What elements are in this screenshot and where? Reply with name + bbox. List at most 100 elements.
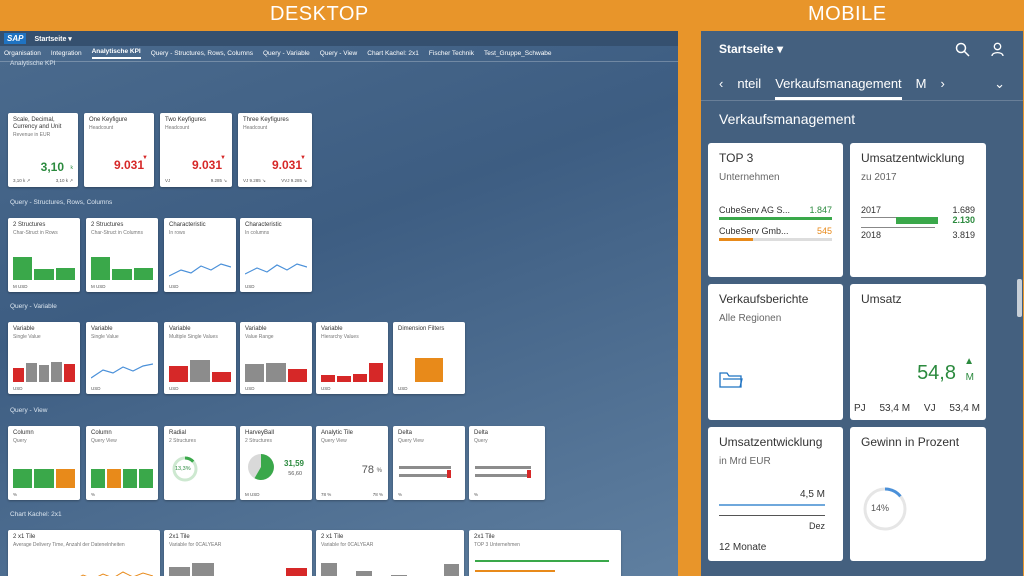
kpi-tile[interactable]: Three Keyfigures Headcount 9.031 ▼ VJ 9.… (238, 113, 312, 187)
tab-scroll-left-icon[interactable]: ‹ (719, 76, 723, 91)
bar-chart (13, 256, 75, 280)
row-label: 2017 (861, 205, 882, 215)
bar-chart (321, 358, 383, 382)
shell-title[interactable]: Startseite ▾ (34, 35, 71, 43)
tile-title: Analytic Tile (321, 430, 354, 436)
trend-value: 4,5 M (799, 489, 825, 500)
view-tile[interactable]: Column Query View % (86, 426, 158, 500)
tab-query-variable[interactable]: Query - Variable (263, 50, 310, 57)
series-line (169, 263, 231, 277)
bar (266, 362, 286, 382)
view-tile[interactable]: Analytic Tile Query View 78 % 78 % 78 % (316, 426, 388, 500)
bar-chart (245, 358, 307, 382)
axis-label: Dez (808, 521, 825, 531)
tab-test-gruppe[interactable]: Test_Gruppe_Schwabe (484, 50, 552, 57)
verkaufsberichte-tile[interactable]: Verkaufsberichte Alle Regionen (708, 284, 843, 420)
tile-title: 2x1 Tile (474, 534, 495, 540)
tab-scroll-right-icon[interactable]: › (941, 76, 945, 91)
screenshot-canvas: DESKTOP MOBILE SAP Startseite ▾ Organisa… (0, 0, 1024, 576)
tile-subtitle: Query View (321, 438, 347, 445)
scrollbar[interactable] (1017, 279, 1022, 317)
harvey-ball-chart (248, 454, 274, 480)
umsatzentwicklung-tile[interactable]: Umsatzentwicklung zu 2017 2017 1.689 2.13… (850, 143, 986, 277)
tile-title: One Keyfigure (89, 117, 128, 123)
tile-title: Delta (474, 430, 489, 436)
bar-chart (13, 464, 75, 488)
view-tile[interactable]: Delta Query % (469, 426, 545, 500)
mobile-shell-title[interactable]: Startseite ▾ (719, 42, 783, 56)
comparison-bar (861, 227, 935, 228)
comparison-bars: 2.130 (861, 215, 975, 226)
section-title-variable: Query - Variable (10, 303, 57, 310)
tab-anteil[interactable]: nteil (737, 76, 761, 91)
tile-subtitle: Headcount (89, 125, 114, 132)
tab-query-view[interactable]: Query - View (320, 50, 357, 57)
structure-tile[interactable]: 2 Structures Char-Struct in Rows M USD (8, 218, 80, 292)
tile-subtitle: Hierarchy Values (321, 334, 359, 341)
sap-logo[interactable]: SAP (4, 33, 27, 44)
variable-tile[interactable]: Dimension Filters USD (393, 322, 465, 394)
tab-fischer-technik[interactable]: Fischer Technik (429, 50, 474, 57)
structure-tile[interactable]: 2 Structures Char-Struct in Columns M US… (86, 218, 158, 292)
harvey-value: 31,59 (283, 459, 304, 468)
structure-tile[interactable]: Characteristic In rows USD (164, 218, 236, 292)
chart-tile-2x1[interactable]: 2x1 Tile TOP 3 Unternehmen (469, 530, 621, 576)
line-chart (80, 571, 153, 576)
kpi-tile[interactable]: One Keyfigure Headcount 9.031 ▼ (84, 113, 154, 187)
bar (245, 364, 265, 382)
delta-bar (475, 474, 527, 477)
bar (356, 571, 372, 576)
desktop-content[interactable]: Analytische KPI Scale, Decimal, Currency… (0, 60, 678, 576)
analytic-value: 78 (361, 464, 374, 476)
gewinn-tile[interactable]: Gewinn in Prozent 14% (850, 427, 986, 561)
tile-title: Umsatz (861, 292, 902, 306)
variable-tile[interactable]: Variable Multiple Single Values USD (164, 322, 236, 394)
bar (55, 468, 75, 488)
umsatz-footer: PJ 53,4 M VJ 53,4 M (854, 403, 980, 414)
bar (169, 366, 189, 382)
delta-bar (447, 470, 451, 478)
umsatz-trend-tile[interactable]: Umsatzentwicklung in Mrd EUR 4,5 M Dez 1… (708, 427, 843, 561)
chart-tile-2x1[interactable]: 2 x1 Tile Variable for 0CALYEAR (316, 530, 464, 576)
structure-tile[interactable]: Characteristic In columns USD (240, 218, 312, 292)
view-tile[interactable]: Delta Query View % (393, 426, 465, 500)
tab-next[interactable]: M (916, 76, 927, 91)
kpi-tile[interactable]: Two Keyfigures Headcount 9.031 ▼ VJ 9.285… (160, 113, 232, 187)
variable-tile[interactable]: Variable Single Value USD (86, 322, 158, 394)
user-icon[interactable] (990, 42, 1005, 57)
view-tile[interactable]: Column Query % (8, 426, 80, 500)
bar (13, 257, 33, 280)
radial-value: 13,3% (175, 466, 191, 472)
variable-tile[interactable]: Variable Single Value USD (8, 322, 80, 394)
variable-tile[interactable]: Variable Hierarchy Values USD (316, 322, 388, 394)
tab-analytische-kpi[interactable]: Analytische KPI (91, 48, 141, 59)
tile-subtitle: Alle Regionen (719, 313, 782, 324)
bar (34, 468, 54, 488)
tab-verkaufsmanagement[interactable]: Verkaufsmanagement (775, 76, 902, 100)
comparison-row: 2017 1.689 (861, 205, 975, 215)
view-tile[interactable]: HarveyBall 2 Structures 31,59 56,60 M US… (240, 426, 312, 500)
tab-integration[interactable]: Integration (51, 50, 82, 57)
kpi-tile[interactable]: Scale, Decimal, Currency and Unit Revenu… (8, 113, 78, 187)
row-value: 1.847 (809, 205, 832, 215)
bar-chart (321, 560, 459, 576)
tile-unit: % (398, 492, 403, 497)
tile-unit: % (91, 492, 96, 497)
tile-subtitle: Unternehmen (719, 172, 780, 183)
chart-tile-2x1[interactable]: 2x1 Tile Variable for 0CALYEAR (164, 530, 312, 576)
tab-organisation[interactable]: Organisation (4, 50, 41, 57)
tab-query-structures[interactable]: Query - Structures, Rows, Columns (151, 50, 253, 57)
top3-tile[interactable]: TOP 3 Unternehmen CubeServ AG S... 1.847 … (708, 143, 843, 277)
tile-foot-right: 9.285 ↘ (210, 178, 227, 183)
search-icon[interactable] (955, 42, 970, 57)
umsatz-tile[interactable]: Umsatz 54,8 ▲ M PJ 53,4 M VJ 53,4 M (850, 284, 986, 420)
view-tile[interactable]: Radial 2 Structures 13,3% (164, 426, 236, 500)
delta-bar (399, 466, 451, 469)
variable-tile[interactable]: Variable Value Range USD (240, 322, 312, 394)
tab-chart-kachel[interactable]: Chart Kachel: 2x1 (367, 50, 419, 57)
kpi-value: 9.031 (271, 158, 302, 172)
tab-overflow-icon[interactable]: ⌄ (994, 76, 1005, 92)
chart-tile-2x1[interactable]: 2 x1 Tile Average Delivery Time, Anzahl … (8, 530, 160, 576)
tile-title: Variable (245, 326, 267, 332)
tile-title: Variable (13, 326, 35, 332)
